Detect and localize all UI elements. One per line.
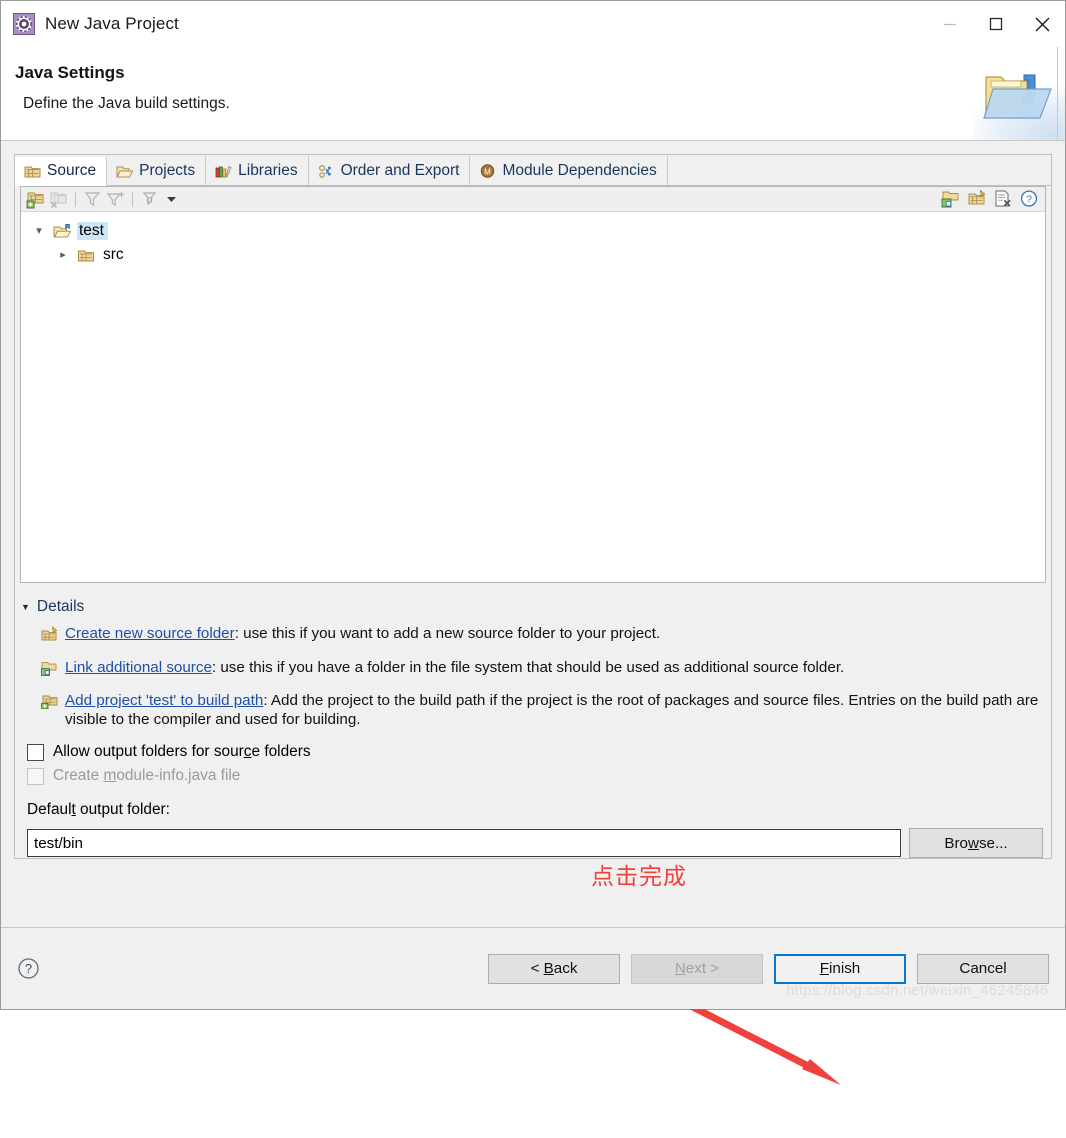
help-icon[interactable]: ? [1019, 189, 1040, 209]
create-module-info-label: Create module-info.java file [53, 767, 241, 784]
add-source-folder-icon[interactable] [25, 189, 46, 209]
tab-projects[interactable]: Projects [107, 156, 207, 185]
dialog-header: Java Settings Define the Java build sett… [1, 47, 1065, 141]
svg-text:M: M [485, 167, 492, 176]
remove-source-folder-icon [48, 189, 69, 209]
tab-strip: Source Projects Libraries Order and Expo… [15, 155, 1051, 186]
detail-text: Create new source folder: use this if yo… [65, 624, 1049, 643]
detail-add-project-to-build-path: Add project 'test' to build path: Add th… [21, 691, 1049, 729]
help-question-icon[interactable]: ? [17, 957, 40, 980]
allow-output-folders-label: Allow output folders for source folders [53, 743, 311, 760]
default-output-folder-input[interactable] [27, 829, 901, 857]
window-title: New Java Project [45, 14, 179, 33]
filter-icon [82, 189, 103, 209]
create-module-info-checkbox [27, 767, 44, 785]
wizard-buttons: < Back Next > Finish Cancel [488, 953, 1049, 984]
tab-source-label: Source [47, 162, 97, 179]
allow-output-folders-checkbox-row[interactable]: Allow output folders for source folders [21, 743, 1049, 761]
tree-toolbar-right: ? [941, 187, 1040, 211]
toolbar-separator-2 [132, 191, 133, 207]
details-label: Details [36, 598, 85, 616]
minimize-icon[interactable] [927, 1, 973, 47]
project-folder-icon [53, 223, 71, 239]
detail-rest: : use this if you have a folder in the f… [211, 658, 845, 676]
create-new-source-folder-link[interactable]: Create new source folder [65, 625, 235, 642]
details-section: ▼ Details Create new source folder: use … [15, 588, 1051, 858]
add-filter-icon [105, 189, 126, 209]
detail-link-additional-source: Link additional source: use this if you … [21, 658, 1049, 677]
link-additional-source-link[interactable]: Link additional source [65, 659, 212, 676]
next-button: Next > [631, 953, 763, 984]
allow-output-folders-checkbox[interactable] [27, 743, 44, 761]
tree-node-label[interactable]: test [77, 221, 108, 241]
default-output-folder-label: Default output folder: [27, 801, 170, 818]
tree-toolbar: ? [21, 187, 1045, 212]
svg-text:?: ? [25, 961, 32, 976]
watermark: https://blog.csdn.net/weixin_46245846 [786, 982, 1049, 999]
details-expander[interactable]: ▼ Details [21, 598, 1049, 616]
link-source-icon[interactable] [941, 189, 962, 209]
page-subtitle: Define the Java build settings. [23, 95, 230, 112]
create-module-info-checkbox-row: Create module-info.java file [21, 767, 1049, 785]
java-settings-tabfolder: Source Projects Libraries Order and Expo… [14, 154, 1052, 859]
dialog-body: Source Projects Libraries Order and Expo… [1, 141, 1065, 1085]
open-folder-icon [116, 163, 134, 179]
mnemonic: F [819, 960, 830, 977]
add-project-to-build-path-link[interactable]: Add project 'test' to build path [65, 692, 263, 709]
title-bar: New Java Project [1, 1, 1065, 47]
close-icon[interactable] [1019, 1, 1065, 47]
source-folder-icon [24, 163, 41, 179]
source-folders-panel: ? ▾ test ▸ src [20, 186, 1046, 584]
mnemonic: B [543, 960, 554, 977]
detail-create-source-folder: Create new source folder: use this if yo… [21, 624, 1049, 643]
tab-source[interactable]: Source [15, 157, 108, 186]
tab-order-and-export[interactable]: Order and Export [308, 156, 471, 185]
tree-node-label[interactable]: src [101, 246, 128, 265]
detail-rest: : use this if you want to add a new sour… [234, 625, 661, 643]
link-source-icon [41, 660, 58, 676]
svg-text:?: ? [1026, 193, 1032, 205]
add-project-build-path-icon [41, 693, 58, 709]
toolbar-separator [75, 191, 76, 207]
java-folder-banner-icon [973, 47, 1065, 140]
finish-button[interactable]: Finish [774, 953, 906, 984]
tab-libraries[interactable]: Libraries [206, 156, 309, 185]
page-title: Java Settings [15, 63, 125, 82]
tab-projects-label: Projects [139, 161, 196, 179]
create-source-folder-icon [41, 626, 58, 642]
remove-entry-icon[interactable] [993, 189, 1014, 209]
detail-text: Add project 'test' to build path: Add th… [65, 691, 1049, 729]
tree-row[interactable]: ▸ src [21, 243, 1045, 267]
dropdown-arrow-icon[interactable] [162, 189, 183, 209]
detail-text: Link additional source: use this if you … [65, 658, 1049, 677]
module-icon: M [479, 163, 496, 179]
chevron-down-icon[interactable]: ▾ [31, 225, 47, 237]
source-package-icon [77, 247, 95, 263]
annotation-text: 点击完成 [591, 864, 687, 890]
default-output-folder-row: Browse... [21, 828, 1049, 858]
tree-row[interactable]: ▾ test [21, 219, 1045, 243]
order-export-icon [318, 163, 335, 179]
tab-module-dependencies[interactable]: M Module Dependencies [470, 156, 668, 185]
mnemonic: m [103, 767, 117, 784]
source-folder-tree[interactable]: ▾ test ▸ src [21, 212, 1045, 583]
tab-libraries-label: Libraries [238, 161, 298, 179]
new-java-project-dialog: New Java Project Java Settings Define th… [0, 0, 1066, 1085]
red-arrow-pointing-to-finish [681, 999, 841, 1085]
tab-order-and-export-label: Order and Export [340, 161, 460, 179]
maximize-icon[interactable] [973, 1, 1019, 47]
mnemonic: w [967, 834, 979, 852]
collapse-icon [139, 189, 160, 209]
tab-module-dependencies-label: Module Dependencies [502, 161, 657, 179]
browse-button[interactable]: Browse... [909, 828, 1043, 858]
back-button[interactable]: < Back [488, 953, 620, 984]
triangle-down-icon[interactable]: ▼ [21, 602, 30, 612]
library-books-icon [215, 163, 232, 179]
chevron-right-icon[interactable]: ▸ [55, 249, 71, 261]
mnemonic: N [674, 960, 686, 977]
java-project-icon [13, 13, 35, 35]
cancel-button[interactable]: Cancel [917, 953, 1049, 984]
new-folder-icon[interactable] [967, 189, 988, 209]
window-controls [927, 1, 1065, 47]
